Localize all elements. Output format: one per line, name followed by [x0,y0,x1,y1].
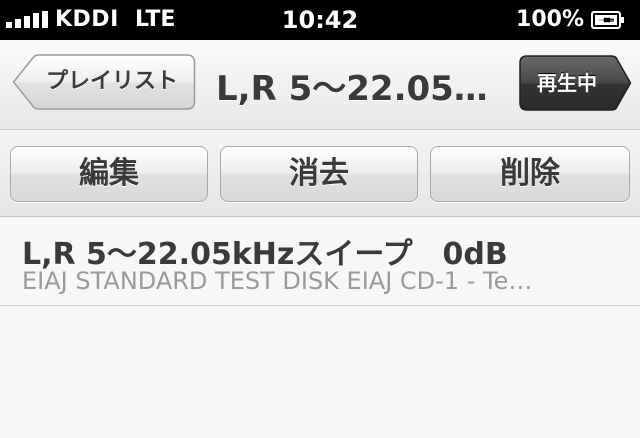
list-item[interactable]: L,R 5〜22.05kHzスイープ 0dB EIAJ STANDARD TES… [0,217,640,306]
back-button[interactable]: プレイリスト [12,54,196,110]
delete-button[interactable]: 削除 [430,146,630,202]
track-subtitle: EIAJ STANDARD TEST DISK EIAJ CD-1 - Te… [22,267,533,295]
now-playing-label: 再生中 [537,71,597,95]
back-button-label: プレイリスト [45,69,178,94]
track-list: L,R 5〜22.05kHzスイープ 0dB EIAJ STANDARD TES… [0,217,640,306]
edit-button[interactable]: 編集 [10,146,208,202]
battery-percent: 100% [516,7,584,32]
now-playing-button[interactable]: 再生中 [519,55,632,111]
page-title: L,R 5〜22.05… [216,69,488,109]
navigation-bar: プレイリスト L,R 5〜22.05… 再生中 [0,40,640,130]
playlist-toolbar: 編集 消去 削除 [0,130,640,217]
clear-button[interactable]: 消去 [220,146,418,202]
battery-charging-icon [591,11,625,29]
empty-list-area [0,306,640,438]
status-bar: KDDI LTE 10:42 100% [0,0,640,40]
